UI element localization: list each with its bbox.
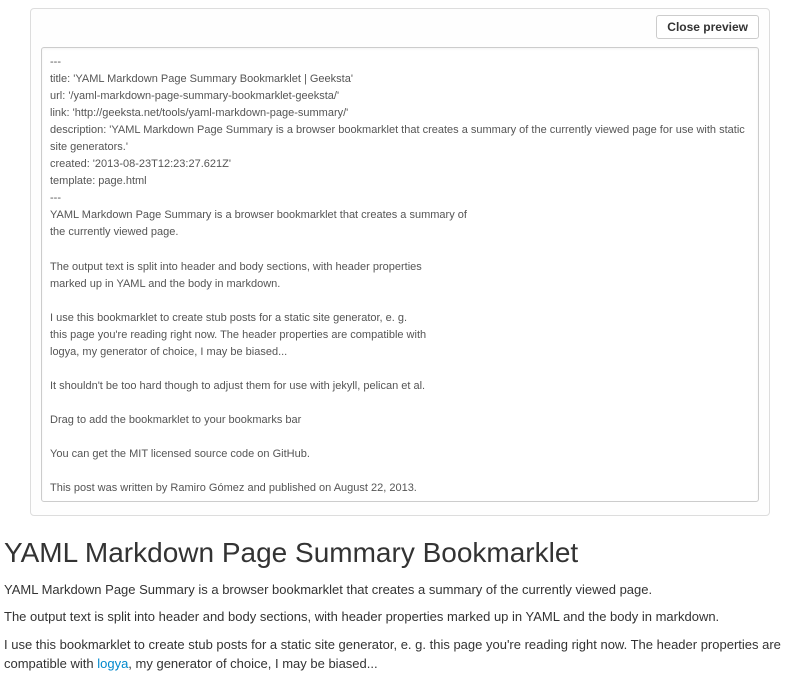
page-title: YAML Markdown Page Summary Bookmarklet <box>4 536 796 570</box>
close-preview-button[interactable]: Close preview <box>656 15 759 39</box>
article-text: , my generator of choice, I may be biase… <box>128 656 377 671</box>
article-paragraph: YAML Markdown Page Summary is a browser … <box>4 580 796 600</box>
article-paragraph: I use this bookmarklet to create stub po… <box>4 635 796 674</box>
article-content: YAML Markdown Page Summary Bookmarklet Y… <box>0 536 800 674</box>
logya-link[interactable]: logya <box>97 656 128 671</box>
article-paragraph: The output text is split into header and… <box>4 607 796 627</box>
preview-panel: Close preview <box>30 8 770 516</box>
preview-textarea[interactable] <box>41 47 759 502</box>
